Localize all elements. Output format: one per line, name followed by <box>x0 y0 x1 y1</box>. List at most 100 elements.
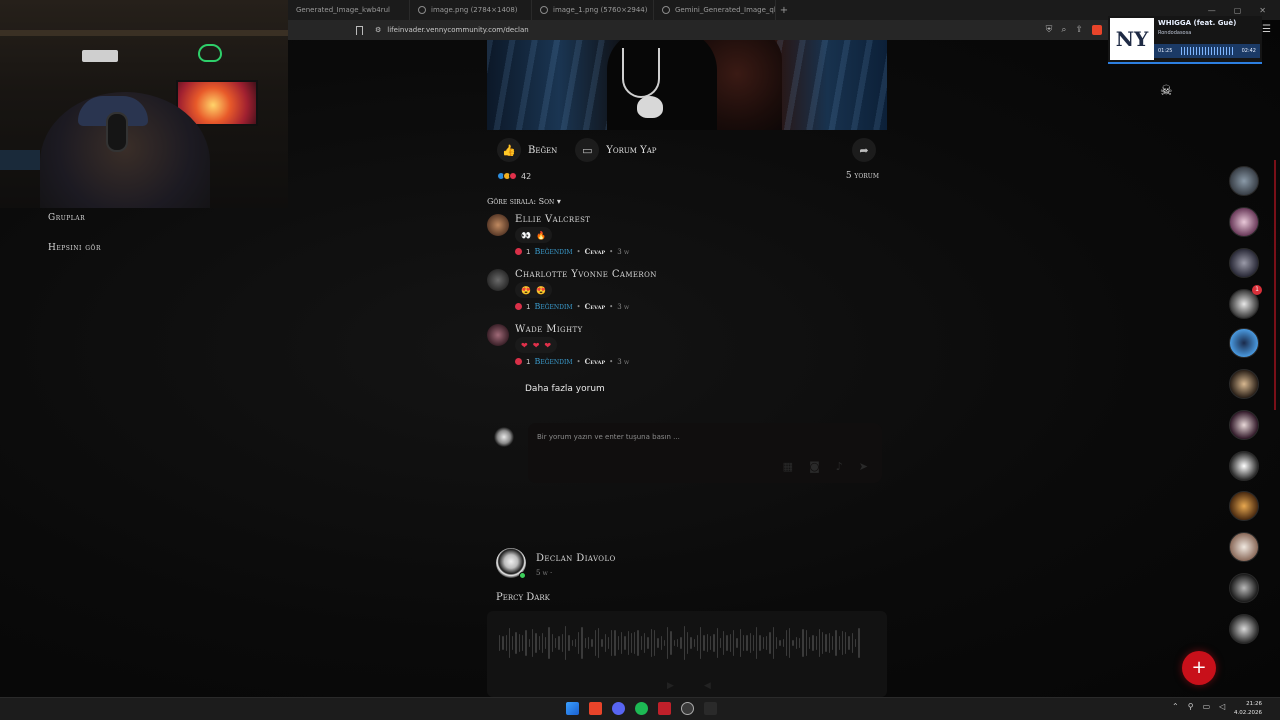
avatar[interactable] <box>494 427 514 447</box>
scrollbar[interactable] <box>1274 160 1276 410</box>
comment-sort-dropdown[interactable]: Göre sırala: Son ▾ <box>487 197 561 206</box>
create-post-button[interactable]: + <box>1182 651 1216 685</box>
sidebar-item-see-all[interactable]: Hepsini gör <box>48 243 101 253</box>
commenter-name[interactable]: Wade Mighty <box>515 324 583 335</box>
contact-avatar[interactable] <box>1229 166 1259 196</box>
waveform-bar <box>581 626 583 660</box>
total-time: 02:42 <box>1241 48 1256 54</box>
waveform-bar <box>673 639 676 647</box>
more-comments-link[interactable]: Daha fazla yorum <box>525 384 605 394</box>
liked-button[interactable]: Beğendim <box>534 247 572 256</box>
comment-button[interactable]: ▭ Yorum Yap <box>575 138 657 162</box>
url-bar[interactable]: ⚙ lifeinvader.vennycommunity.com/declan <box>375 23 1046 37</box>
post-image[interactable] <box>487 40 887 130</box>
tab-title: image.png (2784×1408) <box>431 6 518 14</box>
tab-title: image_1.png (5760×2944) <box>553 6 648 14</box>
reaction-count[interactable]: 42 <box>521 172 531 181</box>
spotify-icon[interactable] <box>635 702 648 715</box>
reply-button[interactable]: Cevap <box>585 247 606 256</box>
waveform-bar <box>782 639 784 647</box>
notification-icon[interactable]: ⚲ <box>1188 702 1194 711</box>
track-artist: Rondodasosa <box>1158 30 1192 36</box>
contact-avatar[interactable] <box>1229 573 1259 603</box>
minimize-icon[interactable]: — <box>1208 6 1216 15</box>
system-tray: ⌃ ⚲ ▭ ◁ <box>1172 702 1225 711</box>
chevron-up-icon[interactable]: ⌃ <box>1172 702 1179 711</box>
post-text: Percy Dark <box>496 592 550 603</box>
network-icon[interactable]: ▭ <box>1203 702 1211 711</box>
microphone-icon[interactable]: ♪ <box>836 460 843 473</box>
contact-avatar[interactable] <box>1229 369 1259 399</box>
comment-bubble: 😍 😍 <box>515 282 552 298</box>
waveform-bar <box>855 639 857 647</box>
obs-icon[interactable] <box>681 702 694 715</box>
contact-avatar[interactable] <box>1229 410 1259 440</box>
system-clock[interactable]: 21:26 4.02.2026 <box>1228 700 1262 718</box>
waveform-bar <box>591 638 593 648</box>
waveform-bar <box>653 629 656 657</box>
contact-avatar[interactable] <box>1229 614 1259 644</box>
reply-button[interactable]: Cevap <box>585 302 606 311</box>
app-icon[interactable] <box>704 702 717 715</box>
close-icon[interactable]: ✕ <box>1259 6 1266 15</box>
windows-start-icon[interactable] <box>566 702 579 715</box>
waveform-bar <box>729 633 732 653</box>
volume-icon[interactable]: ◁ <box>1219 702 1225 711</box>
discord-icon[interactable] <box>612 702 625 715</box>
comment-input[interactable] <box>537 431 837 443</box>
waveform-bar <box>535 633 537 653</box>
share-button[interactable]: ➦ <box>852 138 876 162</box>
comment-time: 3 w <box>617 302 630 311</box>
comments-count[interactable]: 5 yorum <box>846 171 879 181</box>
shield-icon[interactable]: ⛨ <box>1046 25 1053 35</box>
volume-icon[interactable]: ◀ <box>704 681 711 691</box>
contact-avatar[interactable] <box>1229 248 1259 278</box>
liked-button[interactable]: Beğendim <box>534 302 572 311</box>
post-author-name[interactable]: Declan Diavolo <box>536 553 616 564</box>
reply-button[interactable]: Cevap <box>585 357 606 366</box>
browser-tab[interactable]: Gemini_Generated_Image_qhdbzqrg <box>654 0 776 20</box>
site-info-icon[interactable]: ⚙ <box>375 26 381 34</box>
avatar[interactable] <box>487 269 509 291</box>
contact-avatar[interactable] <box>1229 532 1259 562</box>
browser-tab[interactable]: image.png (2784×1408) <box>410 0 532 20</box>
brave-icon[interactable] <box>589 702 602 715</box>
audio-waveform[interactable] <box>499 623 871 663</box>
waveform-bar <box>696 634 699 652</box>
waveform-bar <box>574 638 577 648</box>
browser-tab[interactable]: Generated_Image_kwb4rul <box>288 0 410 20</box>
waveform-bar <box>818 629 821 657</box>
avatar[interactable] <box>487 214 509 236</box>
bookmark-icon[interactable] <box>356 25 363 35</box>
commenter-name[interactable]: Ellie Valcrest <box>515 214 590 225</box>
avatar[interactable] <box>487 324 509 346</box>
new-tab-button[interactable]: + <box>776 5 792 16</box>
send-icon[interactable]: ➤ <box>859 460 868 473</box>
waveform-bar <box>531 629 534 657</box>
waveform-bar <box>660 635 662 651</box>
zoom-icon[interactable]: ⌕ <box>1061 25 1066 35</box>
commenter-name[interactable]: Charlotte Yvonne Cameron <box>515 269 657 280</box>
stream-app-icon[interactable] <box>658 702 671 715</box>
menu-icon[interactable]: ☰ <box>1262 24 1271 35</box>
play-icon[interactable]: ▶ <box>667 681 674 691</box>
browser-tab[interactable]: image_1.png (5760×2944) <box>532 0 654 20</box>
waveform-bar <box>792 639 794 647</box>
waveform-bar <box>710 636 712 650</box>
contact-avatar[interactable] <box>1229 491 1259 521</box>
contact-avatar[interactable] <box>1229 451 1259 481</box>
waveform-bar <box>775 637 778 649</box>
sidebar-item-groups[interactable]: Gruplar <box>48 213 85 223</box>
maximize-icon[interactable]: ▢ <box>1234 6 1242 15</box>
camera-icon[interactable]: ◙ <box>809 460 820 473</box>
liked-button[interactable]: Beğendim <box>534 357 572 366</box>
like-button[interactable]: 👍 Beğen <box>497 138 557 162</box>
gif-icon[interactable]: ▦ <box>783 460 793 473</box>
share-icon[interactable]: ⇪ <box>1075 25 1083 35</box>
waveform-bar <box>680 636 682 650</box>
contact-avatar[interactable] <box>1229 328 1259 358</box>
contact-avatar[interactable] <box>1229 207 1259 237</box>
brave-shield-icon[interactable] <box>1092 25 1102 35</box>
audio-player[interactable]: ▶ ◀ <box>487 611 887 697</box>
waveform-bar <box>571 639 573 647</box>
